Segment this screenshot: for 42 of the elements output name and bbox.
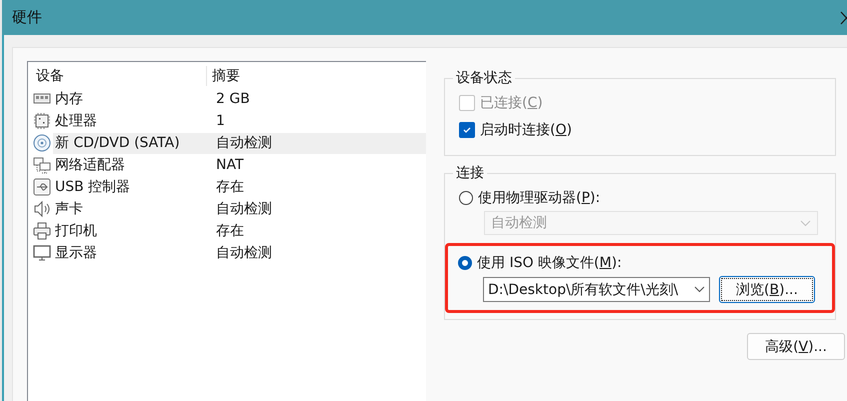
device-summary[interactable]: 1 <box>210 110 426 132</box>
caret-icon <box>800 220 811 226</box>
path-combo-box[interactable]: D:\Desktop\所有软文件\光刻\ <box>483 277 710 302</box>
device-summary[interactable]: NAT <box>210 154 426 176</box>
network-icon <box>33 156 51 174</box>
device-name[interactable]: 打印机 <box>53 220 210 242</box>
radio-button[interactable] <box>459 190 473 204</box>
device-summary[interactable]: 存在 <box>210 176 426 198</box>
device-name[interactable]: 网络适配器 <box>53 154 210 176</box>
speaker-icon <box>33 200 51 218</box>
device-name[interactable]: 声卡 <box>53 198 210 220</box>
device-summary[interactable]: 2 GB <box>210 88 426 110</box>
group-title: 连接 <box>455 164 485 182</box>
device-summary[interactable]: 存在 <box>210 220 426 242</box>
dropdown: 自动检测 <box>484 211 818 235</box>
window-title: 硬件 <box>12 8 42 27</box>
checkmark-icon <box>462 124 472 134</box>
device-name[interactable]: USB 控制器 <box>53 176 210 198</box>
checkbox-label: 已连接(C) <box>480 94 543 112</box>
device-summary[interactable]: 自动检测 <box>210 198 426 220</box>
usb-icon <box>33 178 51 196</box>
radio-button[interactable] <box>458 256 472 270</box>
caret-icon <box>694 286 705 293</box>
column-header[interactable]: 设备 <box>28 66 207 86</box>
device-name[interactable]: 显示器 <box>53 242 210 264</box>
device-summary[interactable]: 自动检测 <box>210 242 426 264</box>
device-name[interactable]: 处理器 <box>53 110 210 132</box>
checkbox-label[interactable]: 启动时连接(O) <box>480 120 572 138</box>
radio-label[interactable]: 使用 ISO 映像文件(M): <box>477 254 622 272</box>
device-name[interactable]: 新 CD/DVD (SATA) <box>53 132 210 154</box>
checkbox[interactable] <box>459 122 475 138</box>
device-summary[interactable]: 自动检测 <box>210 132 426 154</box>
advanced-button[interactable]: 高级(V)... <box>747 333 845 360</box>
monitor-icon <box>33 244 51 262</box>
printer-icon <box>33 222 51 240</box>
browse-button[interactable]: 浏览(B)... <box>719 276 815 303</box>
radio-label[interactable]: 使用物理驱动器(P): <box>478 188 600 206</box>
disc-icon <box>33 134 51 152</box>
group-title: 设备状态 <box>455 69 513 87</box>
chip-icon <box>33 112 51 130</box>
column-header[interactable]: 摘要 <box>207 66 240 86</box>
device-name[interactable]: 内存 <box>53 88 210 110</box>
